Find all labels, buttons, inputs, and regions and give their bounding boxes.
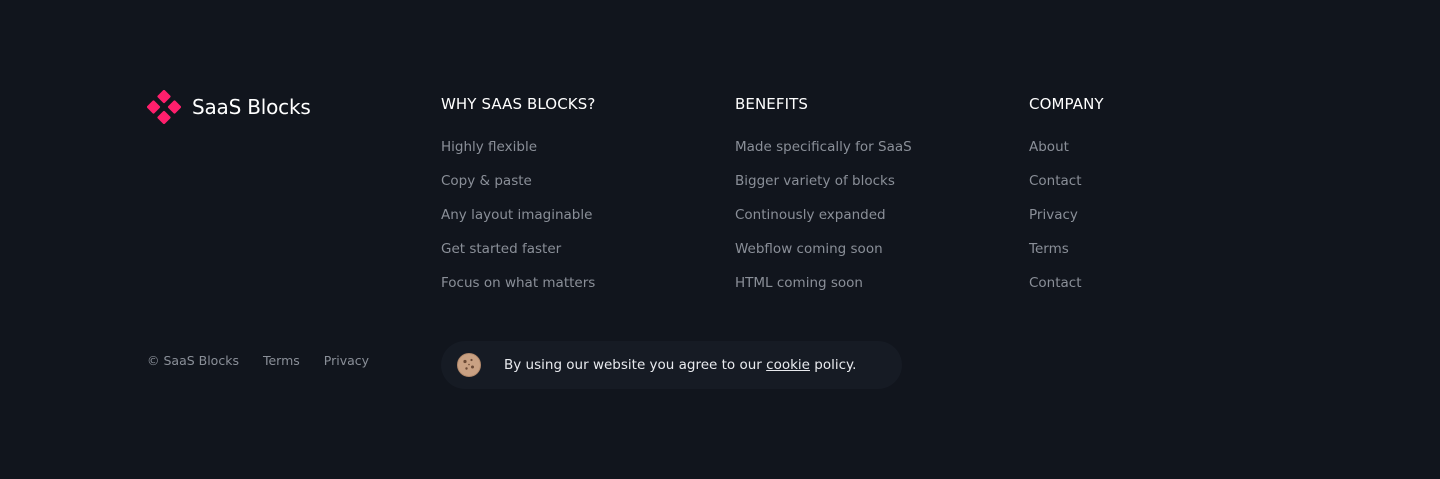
list-item: Privacy [1029,204,1104,238]
cookie-message: By using our website you agree to our co… [504,356,856,374]
list-item: Webflow coming soon [735,238,912,272]
link-list: About Contact Privacy Terms Contact [1029,136,1104,306]
link-list: Made specifically for SaaS Bigger variet… [735,136,912,306]
bottom-privacy-link[interactable]: Privacy [324,352,369,369]
list-item: Any layout imaginable [441,204,595,238]
cookie-text-after: policy. [809,357,857,373]
brand-name: SaaS Blocks [192,95,311,119]
column-title: COMPANY [1029,95,1104,113]
column-title: WHY SAAS BLOCKS? [441,95,596,113]
list-item: Copy & paste [441,170,595,204]
footer-link-contact-2[interactable]: Contact [1029,275,1082,291]
footer-link-highly-flexible[interactable]: Highly flexible [441,139,537,155]
list-item: Highly flexible [441,136,595,170]
link-list: Highly flexible Copy & paste Any layout … [441,136,595,306]
footer-link-any-layout[interactable]: Any layout imaginable [441,207,592,223]
cookie-icon [457,353,481,377]
list-item: Contact [1029,170,1104,204]
footer-link-continously-expanded[interactable]: Continously expanded [735,207,886,223]
footer-link-copy-paste[interactable]: Copy & paste [441,173,532,189]
footer-column-benefits: BENEFITS Made specifically for SaaS Bigg… [735,94,912,306]
bottom-terms-link[interactable]: Terms [263,352,300,369]
footer-link-html-coming-soon[interactable]: HTML coming soon [735,275,863,291]
diamond-cluster-logo-icon [147,90,181,124]
footer-link-get-started-faster[interactable]: Get started faster [441,241,561,257]
list-item: Bigger variety of blocks [735,170,912,204]
footer-link-terms[interactable]: Terms [1029,241,1069,257]
list-item: Focus on what matters [441,272,595,306]
cookie-banner: By using our website you agree to our co… [441,341,902,389]
list-item: Made specifically for SaaS [735,136,912,170]
footer-link-contact[interactable]: Contact [1029,173,1082,189]
footer-link-made-for-saas[interactable]: Made specifically for SaaS [735,139,912,155]
footer-column-company: COMPANY About Contact Privacy Terms Cont… [1029,94,1104,306]
cookie-text-before: By using our website you agree to our [504,357,767,373]
list-item: About [1029,136,1104,170]
brand-logo-link[interactable]: SaaS Blocks [147,90,311,124]
list-item: Contact [1029,272,1104,306]
list-item: HTML coming soon [735,272,912,306]
footer-column-why-saas-blocks: WHY SAAS BLOCKS? Highly flexible Copy & … [441,94,595,306]
footer-link-bigger-variety[interactable]: Bigger variety of blocks [735,173,895,189]
copyright-text: © SaaS Blocks [147,353,239,368]
column-title: BENEFITS [735,95,809,113]
bottom-bar: © SaaS Blocks Terms Privacy [147,352,369,369]
list-item: Get started faster [441,238,595,272]
list-item: Terms [1029,238,1104,272]
list-item: Continously expanded [735,204,912,238]
footer-link-privacy[interactable]: Privacy [1029,207,1078,223]
footer-link-focus-on-what-matters[interactable]: Focus on what matters [441,275,595,291]
footer-link-about[interactable]: About [1029,139,1069,155]
cookie-policy-link[interactable]: cookie [766,357,810,373]
footer-link-webflow-coming-soon[interactable]: Webflow coming soon [735,241,883,257]
